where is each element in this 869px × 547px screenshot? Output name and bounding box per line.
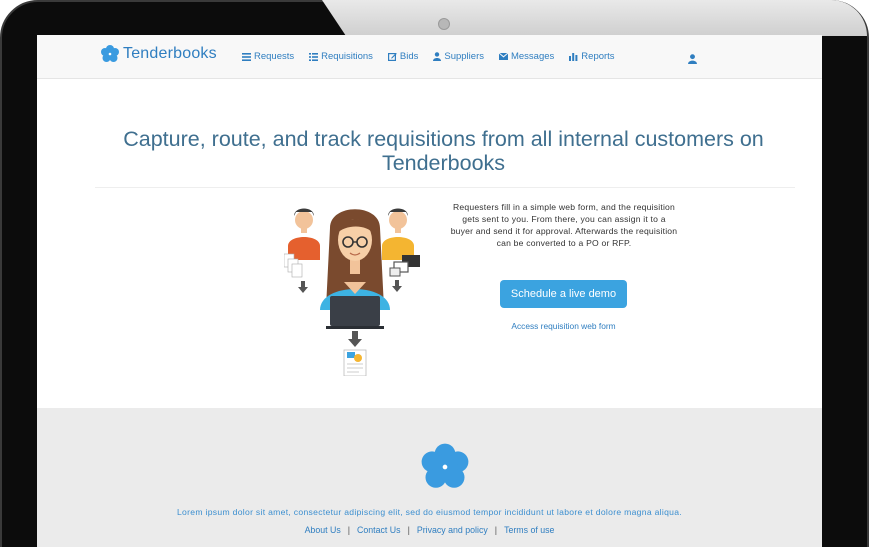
bar-chart-icon <box>569 52 578 61</box>
flower-logo-icon <box>421 443 469 488</box>
divider <box>95 187 795 188</box>
footer-separator: | <box>494 525 498 535</box>
nav-label: Suppliers <box>444 51 484 62</box>
brand-name: Tenderbooks <box>123 45 217 62</box>
screen-glare <box>322 0 867 36</box>
brand-link[interactable]: Tenderbooks <box>100 44 217 64</box>
navbar: Tenderbooks Requests Requisitions Bids S… <box>37 35 822 79</box>
nav-requisitions[interactable]: Requisitions <box>309 51 373 62</box>
footer-link-contact[interactable]: Contact Us <box>357 525 401 535</box>
nav-label: Requisitions <box>321 51 373 62</box>
footer: Lorem ipsum dolor sit amet, consectetur … <box>37 408 822 547</box>
nav-suppliers[interactable]: Suppliers <box>433 51 484 62</box>
envelope-icon <box>498 53 508 60</box>
hero-description: Requesters fill in a simple web form, an… <box>450 202 678 248</box>
nav-label: Reports <box>581 51 615 62</box>
flower-logo-icon <box>101 45 119 62</box>
arrow-down-icon <box>348 331 362 347</box>
requester-right-figure <box>382 208 414 260</box>
nav-messages[interactable]: Messages <box>498 51 555 62</box>
footer-links: About Us | Contact Us | Privacy and policy | T… <box>37 525 822 535</box>
nav-reports[interactable]: Reports <box>569 51 615 62</box>
nav-requests[interactable]: Requests <box>242 51 294 62</box>
browser-screen: Tenderbooks Requests Requisitions Bids S… <box>37 35 822 547</box>
camera-icon <box>438 18 450 30</box>
requisition-form-link[interactable]: Access requisition web form <box>489 321 638 331</box>
schedule-demo-button[interactable]: Schedule a live demo <box>500 280 627 308</box>
footer-separator: | <box>347 525 351 535</box>
document-icon <box>343 349 367 376</box>
footer-link-terms[interactable]: Terms of use <box>504 525 554 535</box>
footer-text: Lorem ipsum dolor sit amet, consectetur … <box>176 507 683 517</box>
footer-separator: | <box>407 525 410 535</box>
requisition-illustration <box>284 208 420 376</box>
user-icon <box>688 54 697 64</box>
user-icon <box>433 52 442 61</box>
nav-bids[interactable]: Bids <box>387 51 419 62</box>
edit-icon <box>387 53 397 61</box>
nav-label: Requests <box>254 51 295 62</box>
devices-right <box>389 255 420 292</box>
footer-link-about[interactable]: About Us <box>305 525 341 535</box>
list-icon <box>242 52 251 61</box>
nav-label: Messages <box>510 51 555 62</box>
requester-center-figure <box>320 209 390 329</box>
requester-left-figure <box>288 208 320 260</box>
table-icon <box>309 52 319 61</box>
main-nav: Requests Requisitions Bids Suppliers Mes… <box>242 51 630 62</box>
page-title: Capture, route, and track requisitions f… <box>123 127 764 175</box>
footer-link-privacy[interactable]: Privacy and policy <box>417 525 488 535</box>
user-menu[interactable] <box>688 51 697 69</box>
nav-label: Bids <box>399 51 419 62</box>
